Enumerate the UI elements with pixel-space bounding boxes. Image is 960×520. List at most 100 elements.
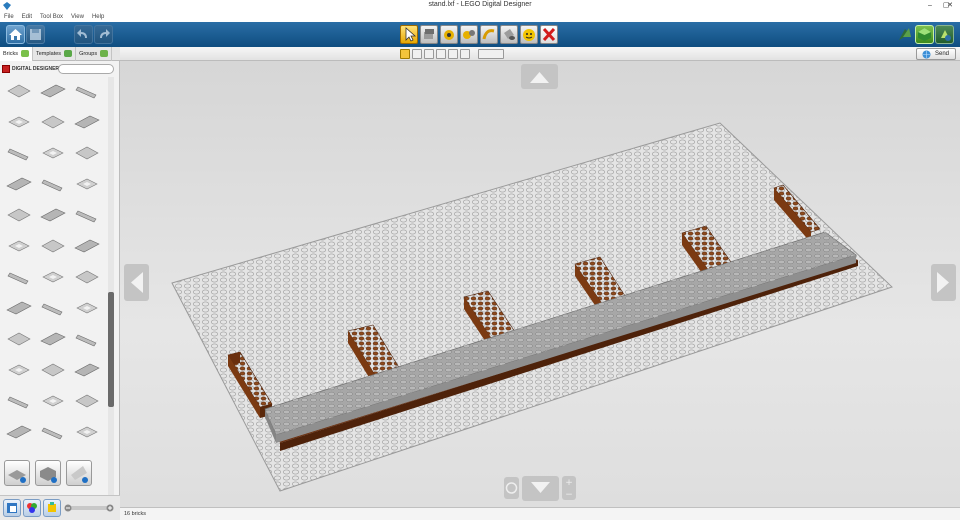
save-button[interactable] (26, 25, 45, 44)
color-palette-button[interactable] (23, 499, 41, 517)
view-mode-button[interactable] (915, 25, 934, 44)
pan-right-arrow[interactable] (931, 264, 956, 301)
flex-tool[interactable] (480, 25, 498, 44)
clone-tool[interactable] (420, 25, 438, 44)
pan-down-arrow[interactable] (522, 476, 559, 501)
brick-thumbnail-icon (6, 177, 32, 191)
building-guide-button[interactable] (935, 25, 954, 44)
brick-thumbnail-icon (40, 332, 66, 346)
palette-brick[interactable] (72, 170, 102, 200)
close-icon[interactable]: ✕ (940, 0, 960, 11)
hinge-align-tool[interactable] (460, 25, 478, 44)
palette-brick[interactable] (72, 263, 102, 293)
menu-help[interactable]: Help (92, 12, 104, 22)
palette-brick[interactable] (38, 325, 68, 355)
palette-large-brick-1[interactable] (4, 460, 30, 486)
hinge-tool[interactable] (440, 25, 458, 44)
palette-brick[interactable] (72, 387, 102, 417)
palette-brick[interactable] (4, 139, 34, 169)
palette-brick[interactable] (4, 263, 34, 293)
build-canvas[interactable]: + − (120, 61, 960, 507)
palette-brick[interactable] (72, 232, 102, 262)
palette-brick[interactable] (38, 294, 68, 324)
brick-thumbnail-icon (8, 116, 30, 128)
pan-up-arrow[interactable] (521, 64, 558, 89)
multi-select-icon[interactable] (412, 49, 422, 59)
palette-brick[interactable] (72, 325, 102, 355)
palette-brick[interactable] (38, 108, 68, 138)
zoom-reset-icon[interactable] (504, 477, 519, 499)
redo-button[interactable] (94, 25, 113, 44)
single-select-icon[interactable] (400, 49, 410, 59)
zoom-plus-icon[interactable] (106, 504, 114, 512)
palette-brick[interactable] (4, 77, 34, 107)
palette-brick[interactable] (38, 201, 68, 231)
palette-brick[interactable] (4, 232, 34, 262)
home-button[interactable] (6, 25, 25, 44)
zoom-in-out-icon[interactable]: + − (562, 476, 576, 500)
zoom-minus-icon[interactable] (64, 504, 72, 512)
pan-left-arrow[interactable] (124, 264, 149, 301)
menu-view[interactable]: View (71, 12, 84, 22)
hide-brick-icon[interactable] (478, 49, 504, 59)
palette-brick[interactable] (38, 387, 68, 417)
paint-tool[interactable] (500, 25, 518, 44)
same-brick-select-icon[interactable] (448, 49, 458, 59)
palette-brick[interactable] (4, 170, 34, 200)
brick-search-input[interactable] (58, 64, 114, 74)
minimize-icon[interactable]: – (922, 0, 938, 11)
brick-thumbnail-icon (7, 84, 31, 98)
menu-toolbox[interactable]: Tool Box (40, 12, 63, 22)
palette-brick[interactable] (72, 294, 102, 324)
palette-brick[interactable] (38, 232, 68, 262)
delete-tool[interactable] (540, 25, 558, 44)
status-bar: 16 bricks (120, 507, 960, 520)
build-mode-button[interactable] (895, 25, 914, 44)
send-button[interactable]: Send (916, 48, 956, 60)
palette-brick[interactable] (72, 201, 102, 231)
palette-brick[interactable] (72, 77, 102, 107)
invert-select-icon[interactable] (460, 49, 470, 59)
groups-icon (100, 50, 109, 58)
palette-brick[interactable] (72, 139, 102, 169)
palette-brick[interactable] (72, 108, 102, 138)
building-guide-icon (941, 30, 951, 41)
undo-button[interactable] (74, 25, 93, 44)
palette-brick[interactable] (4, 418, 34, 448)
filter-icon (48, 502, 56, 512)
scene-svg[interactable]: + − (120, 61, 960, 507)
tab-bricks-label: Bricks (3, 51, 18, 57)
palette-brick[interactable] (4, 294, 34, 324)
menu-file[interactable]: File (4, 12, 14, 22)
same-color-select-icon[interactable] (436, 49, 446, 59)
palette-brick[interactable] (4, 356, 34, 386)
palette-brick[interactable] (38, 418, 68, 448)
palette-brick[interactable] (4, 108, 34, 138)
palette-tabs: Bricks Templates Groups (0, 47, 120, 61)
brick-thumbnail-icon (41, 363, 65, 377)
palette-scroll-thumb[interactable] (108, 292, 114, 407)
tab-bricks[interactable]: Bricks (0, 47, 33, 61)
brick-grid (0, 77, 106, 507)
palette-brick[interactable] (38, 263, 68, 293)
decoration-tool[interactable] (520, 25, 538, 44)
tab-groups[interactable]: Groups (76, 47, 113, 61)
palette-brick[interactable] (72, 418, 102, 448)
palette-brick[interactable] (38, 356, 68, 386)
palette-zoom-slider[interactable] (66, 506, 110, 510)
connected-select-icon[interactable] (424, 49, 434, 59)
tab-templates[interactable]: Templates (33, 47, 77, 61)
menu-edit[interactable]: Edit (22, 12, 32, 22)
palette-large-brick-3[interactable] (66, 460, 92, 486)
palette-brick[interactable] (4, 201, 34, 231)
select-tool[interactable] (400, 25, 418, 44)
palette-large-brick-2[interactable] (35, 460, 61, 486)
palette-filter-button[interactable] (43, 499, 61, 517)
palette-brick[interactable] (4, 387, 34, 417)
palette-brick[interactable] (38, 139, 68, 169)
palette-brick[interactable] (72, 356, 102, 386)
palette-brick[interactable] (4, 325, 34, 355)
collapse-palette-button[interactable] (3, 499, 21, 517)
palette-brick[interactable] (38, 77, 68, 107)
palette-brick[interactable] (38, 170, 68, 200)
